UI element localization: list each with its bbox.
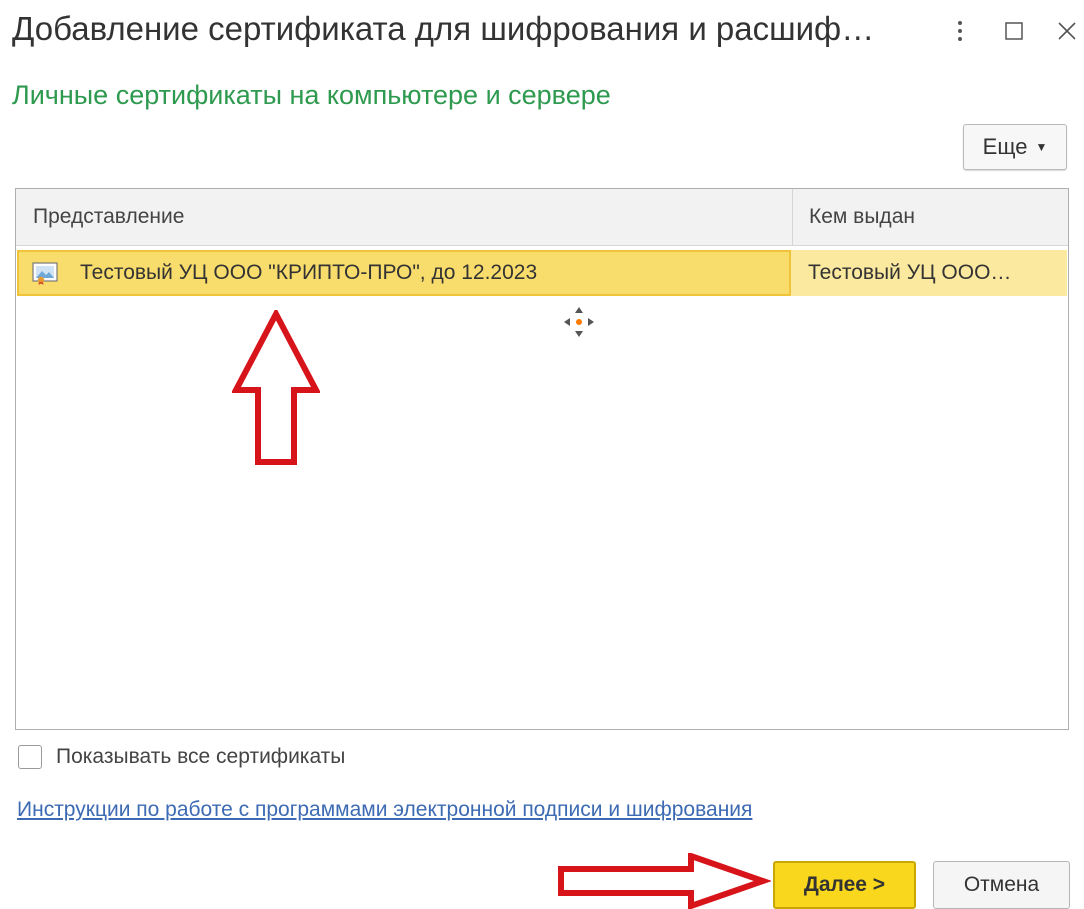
column-header-issuer[interactable]: Кем выдан (793, 189, 1064, 245)
show-all-label[interactable]: Показывать все сертификаты (56, 745, 345, 769)
certificate-name: Тестовый УЦ ООО "КРИПТО-ПРО", до 12.2023 (80, 261, 538, 284)
instructions-link[interactable]: Инструкции по работе с программами элект… (17, 798, 752, 822)
show-all-checkbox-row[interactable]: Показывать все сертификаты (18, 745, 345, 769)
maximize-button[interactable] (999, 12, 1029, 50)
cancel-button[interactable]: Отмена (933, 861, 1070, 909)
more-button-label: Еще (982, 134, 1028, 159)
column-header-name[interactable]: Представление (16, 189, 793, 245)
kebab-menu-icon (958, 21, 962, 41)
window-title: Добавление сертификата для шифрования и … (12, 10, 875, 47)
cell-name[interactable]: Тестовый УЦ ООО "КРИПТО-ПРО", до 12.2023 (17, 250, 791, 296)
title-bar: Добавление сертификата для шифрования и … (0, 0, 1084, 66)
close-icon (1058, 22, 1076, 40)
maximize-icon (1005, 22, 1023, 40)
section-title: Личные сертификаты на компьютере и серве… (12, 80, 611, 110)
annotation-arrow-right-icon (558, 853, 771, 909)
move-cursor-icon (564, 307, 594, 337)
certificates-table: Представление Кем выдан Тестовый УЦ ООО … (15, 188, 1069, 730)
certificate-icon (32, 262, 58, 285)
cell-issuer[interactable]: Тестовый УЦ ООО… (794, 250, 1065, 296)
show-all-checkbox[interactable] (18, 745, 42, 769)
table-header: Представление Кем выдан (16, 189, 1068, 246)
next-button[interactable]: Далее > (773, 861, 916, 909)
close-button[interactable] (1052, 12, 1082, 50)
caret-down-icon: ▼ (1035, 140, 1048, 154)
more-button[interactable]: Еще ▼ (963, 124, 1067, 170)
table-row[interactable]: Тестовый УЦ ООО "КРИПТО-ПРО", до 12.2023… (17, 250, 1067, 296)
annotation-arrow-up-icon (232, 310, 320, 465)
more-options-button[interactable] (945, 12, 975, 50)
